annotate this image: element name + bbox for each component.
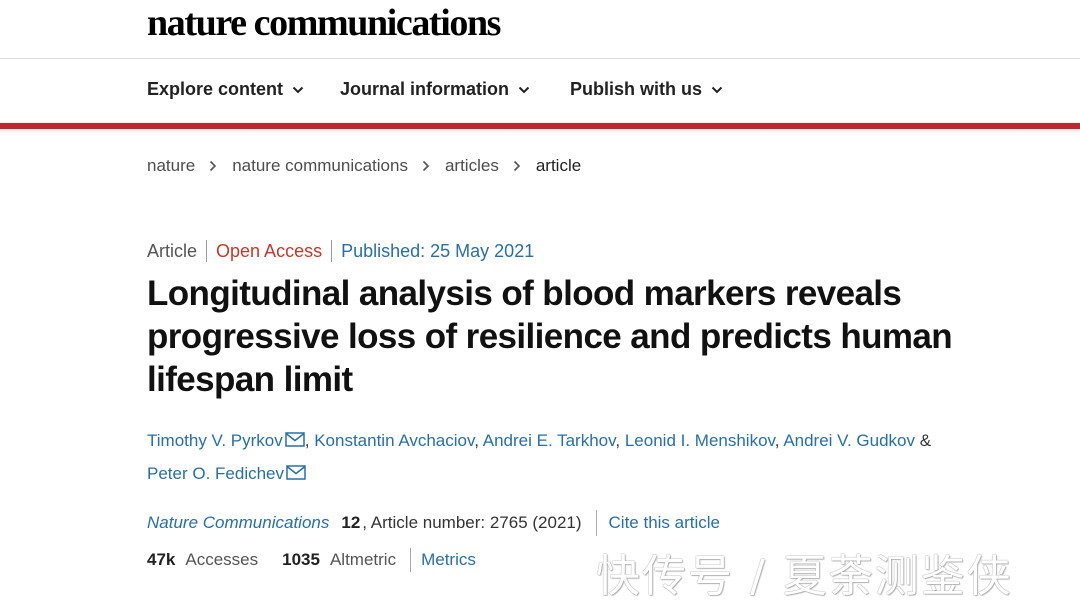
metrics-divider — [410, 548, 412, 572]
accesses-count: 47k — [147, 550, 176, 569]
article-title: Longitudinal analysis of blood markers r… — [147, 274, 953, 399]
article-number: , Article number: 2765 (2021) — [362, 513, 582, 532]
author-name: Peter O. Fedichev — [147, 464, 285, 483]
masthead: nature communications — [0, 0, 1080, 58]
author-link[interactable]: Andrei E. Tarkhov — [483, 431, 616, 450]
chevron-right-icon — [210, 160, 217, 172]
breadcrumb-nature[interactable]: nature — [147, 156, 195, 176]
cite-this-article-link[interactable]: Cite this article — [609, 513, 720, 533]
author-name: Andrei V. Gudkov — [783, 431, 915, 450]
author-link[interactable]: Peter O. Fedichev — [147, 464, 306, 483]
nav-explore-content[interactable]: Explore content — [147, 79, 304, 100]
nav-accent-shadow — [0, 129, 1080, 133]
breadcrumb-articles[interactable]: articles — [445, 156, 499, 176]
email-icon[interactable] — [286, 465, 306, 480]
nav-journal-information-label: Journal information — [340, 79, 510, 99]
chevron-down-icon — [292, 86, 304, 93]
chevron-down-icon — [518, 86, 530, 93]
accesses-label: Accesses — [185, 550, 259, 569]
breadcrumb: nature nature communications articles ar… — [147, 156, 581, 176]
published-date: Published: 25 May 2021 — [341, 240, 535, 261]
nav-publish-with-us[interactable]: Publish with us — [570, 79, 723, 100]
article-type: Article — [147, 240, 198, 261]
author-link[interactable]: Timothy V. Pyrkov — [147, 431, 305, 450]
chevron-right-icon — [513, 160, 520, 172]
metrics-link[interactable]: Metrics — [421, 550, 476, 570]
altmetric-score: 1035 — [282, 550, 320, 569]
nav-publish-with-us-label: Publish with us — [570, 79, 703, 99]
volume-number: 12 — [341, 513, 361, 532]
author-name: Andrei E. Tarkhov — [482, 431, 616, 450]
chevron-down-icon — [711, 86, 723, 93]
author-separator: , — [304, 431, 310, 450]
article-meta: Article Open Access Published: 25 May 20… — [147, 240, 534, 262]
nav-journal-information[interactable]: Journal information — [340, 79, 530, 100]
author-link[interactable]: Leonid I. Menshikov — [625, 431, 775, 450]
author-name: Timothy V. Pyrkov — [147, 431, 283, 450]
citation-divider — [595, 510, 597, 536]
meta-divider — [206, 240, 208, 262]
author-name: Leonid I. Menshikov — [624, 431, 775, 450]
nav-explore-content-label: Explore content — [147, 79, 284, 99]
author-ampersand: & — [919, 431, 932, 450]
breadcrumb-nature-communications[interactable]: nature communications — [232, 156, 408, 176]
author-link[interactable]: Andrei V. Gudkov — [783, 431, 915, 450]
citation-line: Nature Communications 12, Article number… — [147, 510, 720, 536]
journal-logo[interactable]: nature communications — [147, 0, 501, 46]
email-icon[interactable] — [284, 432, 305, 447]
watermark: 快传号 / 夏荼测鉴侠 — [596, 551, 1013, 602]
author-separator: , — [474, 431, 479, 450]
author-link[interactable]: Konstantin Avchaciov — [314, 431, 474, 450]
altmetric-label: Altmetric — [329, 550, 397, 569]
main-nav: Explore content Journal information Publ… — [0, 59, 1080, 123]
author-separator: , — [774, 431, 780, 450]
journal-name-link[interactable]: Nature Communications — [147, 513, 329, 533]
chevron-right-icon — [422, 160, 430, 172]
author-name: Konstantin Avchaciov — [314, 431, 475, 450]
breadcrumb-current: article — [535, 156, 582, 175]
meta-divider — [331, 240, 333, 262]
article-metrics: 47k Accesses 1035 Altmetric Metrics — [147, 548, 476, 572]
author-separator: , — [615, 431, 621, 450]
open-access-label: Open Access — [216, 240, 323, 261]
author-list: Timothy V. Pyrkov, Konstantin Avchaciov,… — [147, 424, 1047, 490]
